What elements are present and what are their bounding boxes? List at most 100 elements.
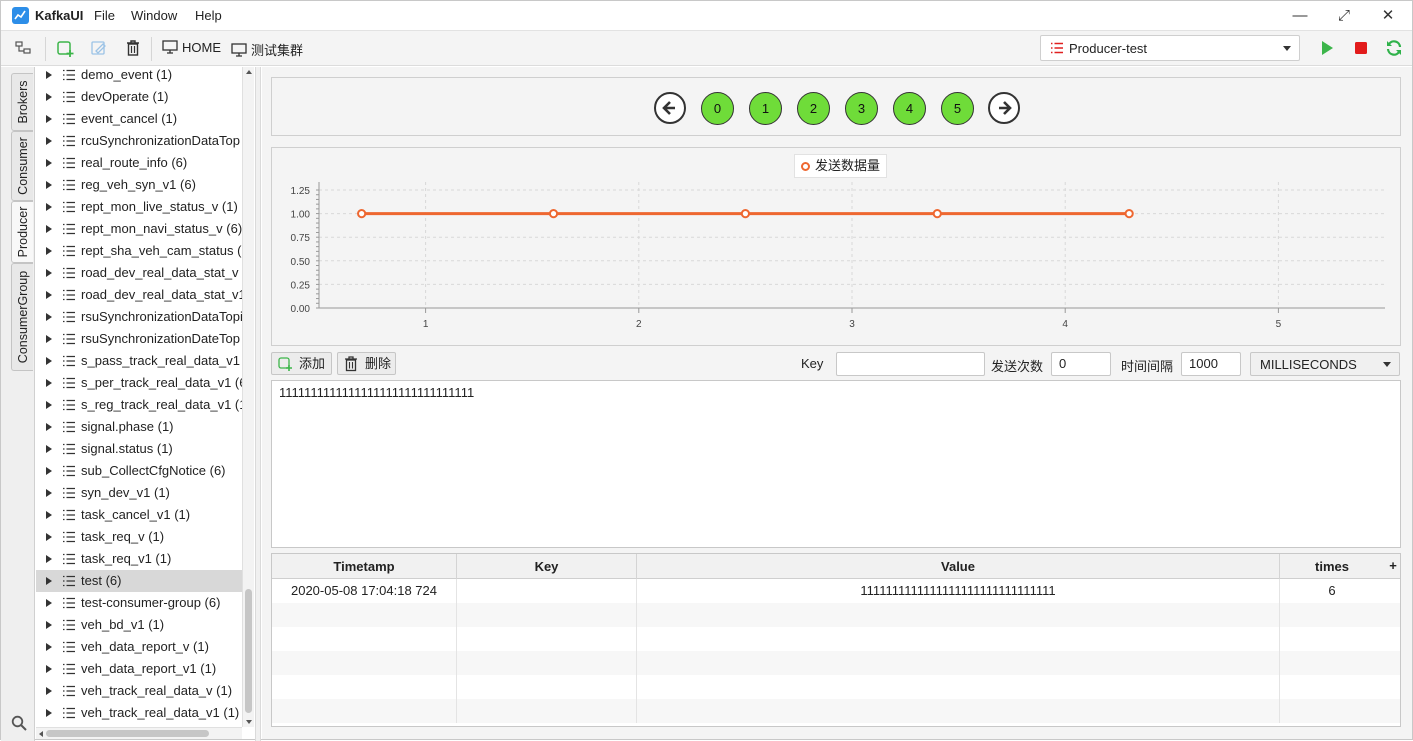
topic-item[interactable]: s_pass_track_real_data_v1 (1: [36, 350, 242, 372]
expand-arrow-icon[interactable]: [46, 357, 52, 365]
expand-arrow-icon[interactable]: [46, 709, 52, 717]
stop-icon[interactable]: [1352, 39, 1372, 59]
topic-item[interactable]: veh_data_report_v (1): [36, 636, 242, 658]
time-unit-select[interactable]: MILLISECONDS: [1250, 352, 1400, 376]
tab-producer[interactable]: Producer: [11, 201, 33, 263]
chart-legend[interactable]: 发送数据量: [794, 154, 888, 178]
expand-arrow-icon[interactable]: [46, 225, 52, 233]
expand-arrow-icon[interactable]: [46, 467, 52, 475]
expand-arrow-icon[interactable]: [46, 93, 52, 101]
table-row[interactable]: [272, 603, 1400, 627]
page-button-4[interactable]: 4: [893, 92, 926, 125]
minimize-button[interactable]: —: [1290, 6, 1310, 26]
page-button-1[interactable]: 1: [749, 92, 782, 125]
topic-item[interactable]: s_reg_track_real_data_v1 (1): [36, 394, 242, 416]
expand-arrow-icon[interactable]: [46, 71, 52, 79]
prev-page-button[interactable]: [654, 92, 686, 124]
scroll-down-icon[interactable]: [246, 720, 252, 724]
topic-item[interactable]: road_dev_real_data_stat_v (6: [36, 262, 242, 284]
tab-consumer[interactable]: Consumer: [11, 131, 33, 201]
pane-splitter[interactable]: [255, 67, 261, 741]
expand-arrow-icon[interactable]: [46, 335, 52, 343]
topic-item[interactable]: real_route_info (6): [36, 152, 242, 174]
expand-arrow-icon[interactable]: [46, 159, 52, 167]
table-row[interactable]: 2020-05-08 17:04:18 724 11111111111111111…: [272, 579, 1400, 603]
expand-arrow-icon[interactable]: [46, 115, 52, 123]
expand-arrow-icon[interactable]: [46, 181, 52, 189]
topic-item[interactable]: rsuSynchronizationDateTop: [36, 328, 242, 350]
topic-item[interactable]: veh_bd_v1 (1): [36, 614, 242, 636]
expand-arrow-icon[interactable]: [46, 423, 52, 431]
add-message-button[interactable]: 添加: [271, 352, 332, 375]
topic-item[interactable]: syn_dev_v1 (1): [36, 482, 242, 504]
topic-item[interactable]: test (6): [36, 570, 242, 592]
nav-home[interactable]: HOME: [162, 40, 221, 57]
topic-item[interactable]: task_cancel_v1 (1): [36, 504, 242, 526]
expand-arrow-icon[interactable]: [46, 137, 52, 145]
topic-item[interactable]: signal.status (1): [36, 438, 242, 460]
topic-item[interactable]: veh_track_real_data_v (1): [36, 680, 242, 702]
topic-item[interactable]: sub_CollectCfgNotice (6): [36, 460, 242, 482]
topic-item[interactable]: rept_sha_veh_cam_status (1): [36, 240, 242, 262]
add-column-icon[interactable]: +: [1386, 554, 1400, 579]
topic-item[interactable]: task_req_v1 (1): [36, 548, 242, 570]
topic-item[interactable]: rept_mon_live_status_v (1): [36, 196, 242, 218]
topic-item[interactable]: demo_event (1): [36, 67, 242, 86]
page-button-2[interactable]: 2: [797, 92, 830, 125]
expand-arrow-icon[interactable]: [46, 247, 52, 255]
topic-item[interactable]: rcuSynchronizationDataTop: [36, 130, 242, 152]
column-header-value[interactable]: Value: [637, 554, 1280, 579]
expand-arrow-icon[interactable]: [46, 533, 52, 541]
expand-arrow-icon[interactable]: [46, 555, 52, 563]
delete-icon[interactable]: [124, 39, 144, 59]
menu-window[interactable]: Window: [131, 8, 177, 23]
column-header-timestamp[interactable]: Timetamp: [272, 554, 457, 579]
expand-arrow-icon[interactable]: [46, 379, 52, 387]
expand-arrow-icon[interactable]: [46, 687, 52, 695]
table-row[interactable]: [272, 699, 1400, 723]
topic-item[interactable]: veh_track_real_data_v1 (1): [36, 702, 242, 724]
message-textarea[interactable]: 1111111111111111111111111111111: [271, 380, 1401, 548]
expand-arrow-icon[interactable]: [46, 643, 52, 651]
send-count-input[interactable]: 0: [1051, 352, 1111, 376]
producer-select[interactable]: Producer-test: [1040, 35, 1300, 61]
page-button-5[interactable]: 5: [941, 92, 974, 125]
expand-arrow-icon[interactable]: [46, 401, 52, 409]
start-icon[interactable]: [1318, 39, 1338, 59]
tab-consumergroup[interactable]: ConsumerGroup: [11, 263, 33, 371]
topic-item[interactable]: signal.phase (1): [36, 416, 242, 438]
expand-arrow-icon[interactable]: [46, 599, 52, 607]
table-row[interactable]: [272, 651, 1400, 675]
expand-arrow-icon[interactable]: [46, 445, 52, 453]
expand-arrow-icon[interactable]: [46, 489, 52, 497]
tab-brokers[interactable]: Brokers: [11, 73, 33, 131]
topic-item[interactable]: devOperate (1): [36, 86, 242, 108]
scroll-thumb[interactable]: [245, 589, 252, 713]
tree-vertical-scrollbar[interactable]: [242, 67, 254, 727]
scroll-up-icon[interactable]: [246, 70, 252, 74]
refresh-icon[interactable]: [1385, 39, 1405, 59]
topic-item[interactable]: rept_mon_navi_status_v (6): [36, 218, 242, 240]
topology-icon[interactable]: [14, 39, 34, 59]
next-page-button[interactable]: [988, 92, 1020, 124]
nav-cluster[interactable]: 测试集群: [231, 40, 303, 60]
scroll-thumb[interactable]: [46, 730, 209, 737]
expand-arrow-icon[interactable]: [46, 577, 52, 585]
topic-item[interactable]: test-consumer-group (6): [36, 592, 242, 614]
expand-arrow-icon[interactable]: [46, 313, 52, 321]
interval-input[interactable]: 1000: [1181, 352, 1241, 376]
tree-horizontal-scrollbar[interactable]: [36, 727, 301, 739]
topic-item[interactable]: rsuSynchronizationDataTopi: [36, 306, 242, 328]
scroll-left-icon[interactable]: [39, 731, 43, 737]
expand-arrow-icon[interactable]: [46, 511, 52, 519]
expand-arrow-icon[interactable]: [46, 269, 52, 277]
table-row[interactable]: [272, 675, 1400, 699]
topic-item[interactable]: s_per_track_real_data_v1 (6): [36, 372, 242, 394]
topic-item[interactable]: task_req_v (1): [36, 526, 242, 548]
page-button-3[interactable]: 3: [845, 92, 878, 125]
expand-arrow-icon[interactable]: [46, 203, 52, 211]
expand-arrow-icon[interactable]: [46, 291, 52, 299]
expand-arrow-icon[interactable]: [46, 665, 52, 673]
menu-help[interactable]: Help: [195, 8, 222, 23]
topic-item[interactable]: reg_veh_syn_v1 (6): [36, 174, 242, 196]
